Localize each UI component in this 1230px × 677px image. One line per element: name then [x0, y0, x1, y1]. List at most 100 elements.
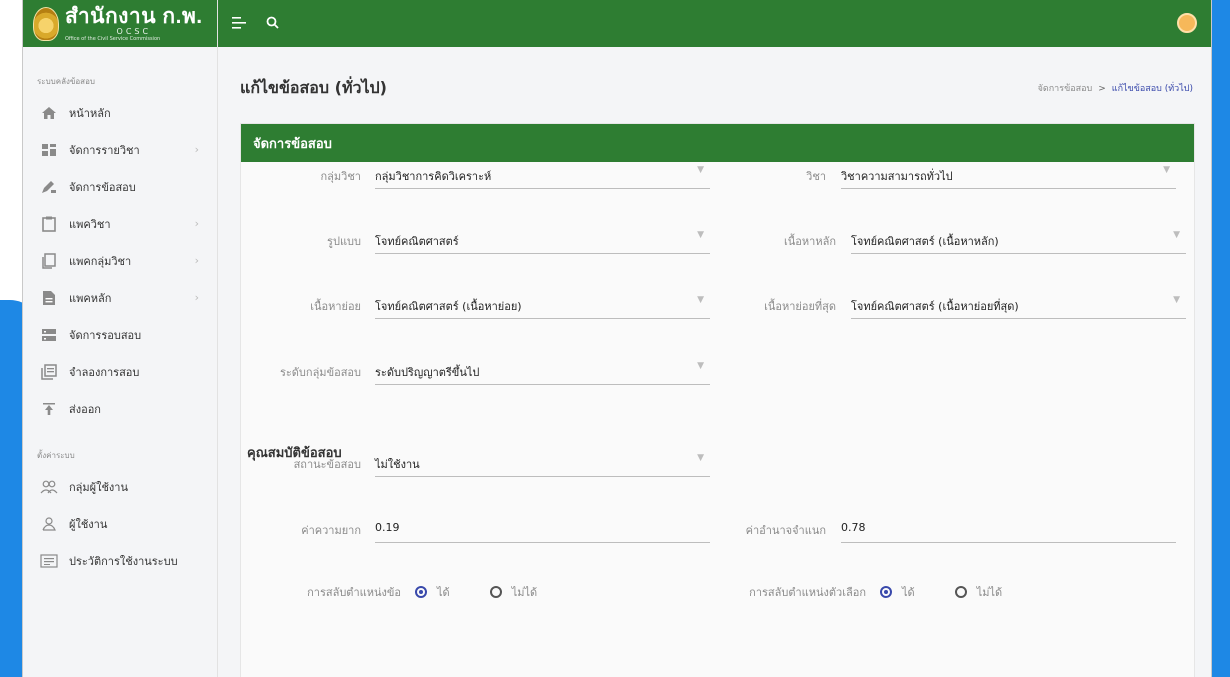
file-icon	[39, 290, 59, 306]
sidebar-item-history[interactable]: ประวัติการใช้งานระบบ	[23, 542, 217, 579]
users-icon	[39, 479, 59, 495]
shuffle-choice-yes-radio[interactable]	[880, 586, 892, 598]
edit-icon	[39, 179, 59, 195]
difficulty-input[interactable]: 0.19	[375, 513, 710, 543]
breadcrumb-parent[interactable]: จัดการข้อสอบ	[1038, 84, 1093, 94]
chevron-down-icon: ▼	[1163, 165, 1170, 175]
sidebar-item-group-pack[interactable]: แพคกลุ่มวิชา ›	[23, 242, 217, 279]
status-field: สถานะข้อสอบ ไม่ใช้งาน ▼	[241, 447, 721, 477]
level-field: ระดับกลุ่มข้อสอบ ระดับปริญญาตรีขึ้นไป ▼	[241, 355, 721, 385]
home-icon	[39, 105, 59, 121]
select-value: ไม่ใช้งาน	[375, 458, 420, 471]
avatar[interactable]	[1177, 13, 1197, 33]
sidebar-item-users[interactable]: ผู้ใช้งาน	[23, 505, 217, 542]
sidebar-item-exam-rounds[interactable]: จัดการรอบสอบ	[23, 316, 217, 353]
sidebar-item-home[interactable]: หน้าหลัก	[23, 94, 217, 131]
field-label: ค่าความยาก	[301, 524, 361, 537]
shuffle-question-no-radio[interactable]	[489, 586, 502, 598]
select-value: โจทย์คณิตศาสตร์ (เนื้อหาย่อยที่สุด)	[851, 300, 1019, 313]
field-label: วิชา	[806, 170, 826, 183]
difficulty-field: ค่าความยาก 0.19	[241, 513, 721, 543]
app-window: สำนักงาน ก.พ. OCSC Office of the Civil S…	[22, 0, 1212, 677]
sidebar-item-subject-pack[interactable]: แพควิชา ›	[23, 205, 217, 242]
chevron-right-icon: ›	[194, 217, 199, 230]
user-icon	[39, 516, 59, 532]
server-icon	[39, 327, 59, 343]
history-icon	[39, 553, 59, 569]
format-select[interactable]: โจทย์คณิตศาสตร์ ▼	[375, 224, 710, 254]
radio-label: ไม่ได้	[511, 586, 538, 599]
shuffle-question-group: การสลับตำแหน่งข้อ ได้ ไม่ได้	[241, 582, 577, 602]
sidebar-item-label: แพคหลัก	[69, 291, 112, 305]
sidebar-item-subjects[interactable]: จัดการรายวิชา ›	[23, 131, 217, 168]
discrimination-input[interactable]: 0.78	[841, 513, 1176, 543]
main-content-select[interactable]: โจทย์คณิตศาสตร์ (เนื้อหาหลัก) ▼	[851, 224, 1186, 254]
emblem-icon	[33, 6, 59, 41]
subject-group-select[interactable]: กลุ่มวิชาการคิดวิเคราะห์ ▼	[375, 159, 710, 189]
sub-content-select[interactable]: โจทย์คณิตศาสตร์ (เนื้อหาย่อย) ▼	[375, 289, 710, 319]
main-content: แก้ไขข้อสอบ (ทั่วไป) จัดการข้อสอบ > แก้ไขข…	[218, 47, 1211, 677]
radio-group-label: การสลับตำแหน่งข้อ	[307, 586, 401, 599]
field-label: ค่าอำนาจจำแนก	[745, 524, 826, 537]
sidebar: สำนักงาน ก.พ. OCSC Office of the Civil S…	[23, 0, 218, 677]
breadcrumb-current: แก้ไขข้อสอบ (ทั่วไป)	[1111, 84, 1193, 94]
nav-section-exam-bank: ระบบคลังข้อสอบ	[37, 77, 95, 86]
sidebar-item-label: จำลองการสอบ	[69, 365, 140, 379]
subject-select[interactable]: วิชาความสามารถทั่วไป ▼	[841, 159, 1176, 189]
smallest-content-select[interactable]: โจทย์คณิตศาสตร์ (เนื้อหาย่อยที่สุด) ▼	[851, 289, 1186, 319]
select-value: กลุ่มวิชาการคิดวิเคราะห์	[375, 170, 492, 183]
chevron-right-icon: ›	[194, 143, 199, 156]
sidebar-item-export[interactable]: ส่งออก	[23, 390, 217, 427]
field-label: สถานะข้อสอบ	[293, 458, 361, 471]
chevron-down-icon: ▼	[697, 165, 704, 175]
sidebar-item-label: จัดการข้อสอบ	[69, 180, 136, 194]
field-label: เนื้อหาหลัก	[784, 235, 836, 248]
shuffle-choice-no-radio[interactable]	[954, 586, 967, 598]
sidebar-item-label: แพคกลุ่มวิชา	[69, 254, 132, 268]
menu-toggle-icon[interactable]	[232, 14, 248, 33]
brand-subtitle: Office of the Civil Service Commission	[65, 35, 161, 42]
sidebar-item-user-groups[interactable]: กลุ่มผู้ใช้งาน	[23, 468, 217, 505]
chevron-down-icon: ▼	[697, 361, 704, 371]
select-value: โจทย์คณิตศาสตร์ (เนื้อหาย่อย)	[375, 300, 522, 313]
brand-title: สำนักงาน ก.พ.	[65, 4, 203, 28]
sidebar-item-label: ประวัติการใช้งานระบบ	[69, 554, 178, 568]
sidebar-item-exams[interactable]: จัดการข้อสอบ	[23, 168, 217, 205]
radio-label: ได้	[902, 586, 915, 599]
search-icon[interactable]	[266, 14, 279, 33]
shuffle-choice-group: การสลับตำแหน่งตัวเลือก ได้ ไม่ได้	[711, 582, 1042, 602]
subject-field: วิชา วิชาความสามารถทั่วไป ▼	[721, 159, 1196, 189]
sidebar-item-label: แพควิชา	[69, 217, 111, 231]
sidebar-item-mock-exam[interactable]: จำลองการสอบ	[23, 353, 217, 390]
brand-ocsc: OCSC	[116, 26, 152, 36]
sidebar-item-label: หน้าหลัก	[69, 106, 111, 120]
input-value: 0.78	[841, 521, 866, 534]
breadcrumb-separator: >	[1098, 84, 1106, 94]
radio-label: ไม่ได้	[976, 586, 1003, 599]
radio-label: ได้	[437, 586, 450, 599]
field-label: เนื้อหาย่อย	[310, 300, 361, 313]
sidebar-item-main-pack[interactable]: แพคหลัก ›	[23, 279, 217, 316]
sidebar-item-label: จัดการรายวิชา	[69, 143, 140, 157]
select-value: วิชาความสามารถทั่วไป	[841, 170, 953, 183]
status-select[interactable]: ไม่ใช้งาน ▼	[375, 447, 710, 477]
brand-logo[interactable]: สำนักงาน ก.พ. OCSC Office of the Civil S…	[23, 0, 217, 47]
sidebar-item-label: ผู้ใช้งาน	[69, 517, 108, 531]
field-label: รูปแบบ	[327, 235, 361, 248]
export-icon	[39, 401, 59, 417]
copy-icon	[39, 252, 59, 269]
subject-group-field: กลุ่มวิชา กลุ่มวิชาการคิดวิเคราะห์ ▼	[241, 159, 721, 189]
field-label: เนื้อหาย่อยที่สุด	[764, 300, 836, 313]
level-select[interactable]: ระดับปริญญาตรีขึ้นไป ▼	[375, 355, 710, 385]
main-content-field: เนื้อหาหลัก โจทย์คณิตศาสตร์ (เนื้อหาหลัก…	[721, 224, 1196, 254]
page-title: แก้ไขข้อสอบ (ทั่วไป)	[240, 78, 387, 97]
field-label: ระดับกลุ่มข้อสอบ	[279, 366, 361, 379]
exam-form-card: จัดการข้อสอบ กลุ่มวิชา กลุ่มวิชาการคิดวิ…	[240, 123, 1195, 677]
sidebar-item-label: กลุ่มผู้ใช้งาน	[69, 480, 129, 494]
shuffle-question-yes-radio[interactable]	[415, 586, 427, 598]
nav-section-settings: ตั้งค่าระบบ	[37, 451, 75, 460]
page-header: แก้ไขข้อสอบ (ทั่วไป) จัดการข้อสอบ > แก้ไขข…	[218, 47, 1211, 123]
top-bar	[218, 0, 1211, 47]
smallest-content-field: เนื้อหาย่อยที่สุด โจทย์คณิตศาสตร์ (เนื้อ…	[721, 289, 1196, 319]
sub-content-field: เนื้อหาย่อย โจทย์คณิตศาสตร์ (เนื้อหาย่อย…	[241, 289, 721, 319]
